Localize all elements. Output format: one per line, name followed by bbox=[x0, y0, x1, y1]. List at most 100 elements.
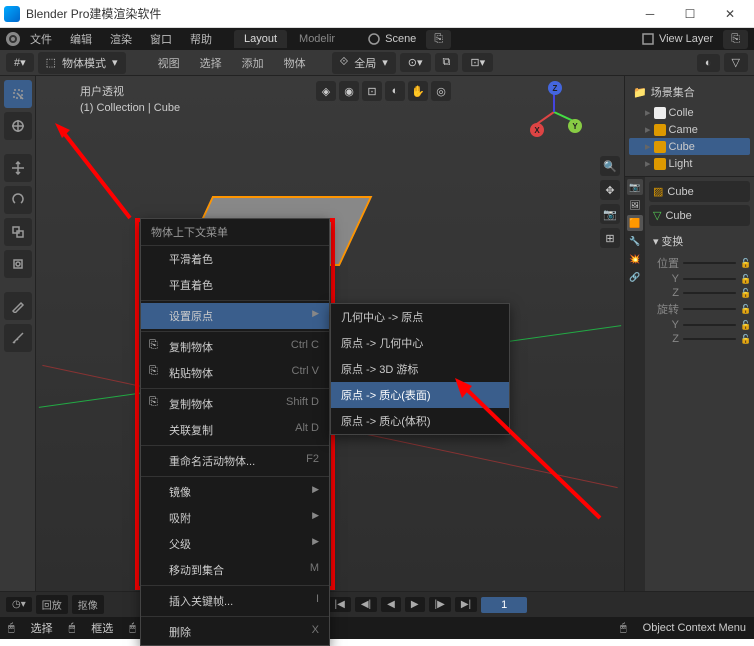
outliner-item-3[interactable]: ▸Light bbox=[629, 155, 750, 172]
rotation-x-input[interactable] bbox=[683, 308, 736, 310]
context-item-0[interactable]: 平滑着色 bbox=[141, 246, 329, 272]
jump-start-button[interactable]: |◀ bbox=[329, 597, 351, 612]
lock-icon[interactable]: 🔓 bbox=[740, 274, 750, 285]
menu-edit[interactable]: 编辑 bbox=[62, 28, 100, 50]
lock-icon[interactable]: 🔓 bbox=[740, 334, 750, 345]
workspace-tab-layout[interactable]: Layout bbox=[234, 30, 287, 48]
expand-icon[interactable]: ▸ bbox=[645, 106, 651, 119]
expand-icon[interactable]: ▸ bbox=[645, 140, 651, 153]
rotation-y-input[interactable] bbox=[683, 324, 736, 326]
context-item-9[interactable]: 关联复制Alt D bbox=[141, 417, 329, 443]
outliner-item-0[interactable]: ▸Colle bbox=[629, 104, 750, 121]
menu-window[interactable]: 窗口 bbox=[142, 28, 180, 50]
blender-logo-icon[interactable] bbox=[6, 32, 20, 46]
annotate-tool[interactable] bbox=[4, 292, 32, 320]
outliner-item-2[interactable]: ▸Cube bbox=[629, 138, 750, 155]
zoom-button[interactable]: 🔍 bbox=[600, 156, 620, 176]
context-item-14[interactable]: 吸附▶ bbox=[141, 505, 329, 531]
show-gizmo-button[interactable]: ◈ bbox=[316, 81, 336, 101]
shading-button[interactable]: ◐ bbox=[385, 81, 405, 101]
playback-menu[interactable]: 回放 bbox=[36, 595, 68, 614]
lock-icon[interactable]: 🔓 bbox=[740, 320, 750, 331]
expand-icon[interactable]: ▸ bbox=[645, 157, 651, 170]
transform-tool[interactable] bbox=[4, 250, 32, 278]
camera-view-button[interactable]: ◎ bbox=[431, 81, 451, 101]
location-z-input[interactable] bbox=[683, 292, 736, 294]
jump-end-button[interactable]: ▶| bbox=[455, 597, 477, 612]
overlay-button[interactable]: ◐ bbox=[697, 54, 720, 72]
context-item-18[interactable]: 插入关键帧...I bbox=[141, 588, 329, 614]
new-layer-button[interactable]: ⎘ bbox=[723, 30, 748, 49]
menu-file[interactable]: 文件 bbox=[22, 28, 60, 50]
submenu-item-2[interactable]: 原点 -> 3D 游标 bbox=[331, 356, 509, 382]
mode-selector[interactable]: ⬚ 物体模式 ▾ bbox=[38, 52, 126, 74]
prev-key-button[interactable]: ◀| bbox=[355, 597, 377, 612]
scale-tool[interactable] bbox=[4, 218, 32, 246]
prop-tab-output[interactable]: 🖼 bbox=[627, 197, 643, 213]
menu-render[interactable]: 渲染 bbox=[102, 28, 140, 50]
context-item-15[interactable]: 父级▶ bbox=[141, 531, 329, 557]
play-reverse-button[interactable]: ◀ bbox=[381, 597, 401, 612]
nav-gizmo[interactable]: X Y Z bbox=[524, 81, 584, 141]
outliner-item-1[interactable]: ▸Came bbox=[629, 121, 750, 138]
submenu-item-3[interactable]: 原点 -> 质心(表面) bbox=[331, 382, 509, 408]
pan-button[interactable]: ✥ bbox=[600, 180, 620, 200]
next-key-button[interactable]: |▶ bbox=[429, 597, 451, 612]
context-item-6[interactable]: ⎘粘贴物体Ctrl V bbox=[141, 360, 329, 386]
scene-selector[interactable]: Scene bbox=[359, 30, 424, 48]
outliner-header[interactable]: 📁 场景集合 bbox=[629, 80, 750, 104]
submenu-item-0[interactable]: 几何中心 -> 原点 bbox=[331, 304, 509, 330]
select-menu[interactable]: 选择 bbox=[192, 52, 230, 74]
lock-icon[interactable]: 🔓 bbox=[740, 288, 750, 299]
minimize-button[interactable]: ─ bbox=[630, 0, 670, 28]
xray-button[interactable]: ⊡ bbox=[362, 81, 382, 101]
new-scene-button[interactable]: ⎘ bbox=[426, 30, 451, 49]
context-item-5[interactable]: ⎘复制物体Ctrl C bbox=[141, 334, 329, 360]
gizmo-x-label[interactable]: X bbox=[530, 123, 544, 137]
context-item-3[interactable]: 设置原点▶ bbox=[141, 303, 329, 329]
measure-tool[interactable] bbox=[4, 324, 32, 352]
pivot-button[interactable]: ⊙▾ bbox=[400, 53, 431, 72]
gizmo-y-label[interactable]: Y bbox=[568, 119, 582, 133]
maximize-button[interactable]: ☐ bbox=[670, 0, 710, 28]
rotation-z-input[interactable] bbox=[683, 338, 736, 340]
snap-button[interactable]: ⧉ bbox=[435, 53, 459, 72]
context-item-1[interactable]: 平直着色 bbox=[141, 272, 329, 298]
submenu-item-4[interactable]: 原点 -> 质心(体积) bbox=[331, 408, 509, 434]
view-menu[interactable]: 视图 bbox=[150, 52, 188, 74]
timeline-editor-button[interactable]: ◷▾ bbox=[6, 597, 32, 612]
select-box-tool[interactable] bbox=[4, 80, 32, 108]
viewlayer-selector[interactable]: View Layer bbox=[633, 30, 721, 48]
submenu-item-1[interactable]: 原点 -> 几何中心 bbox=[331, 330, 509, 356]
close-button[interactable]: ✕ bbox=[710, 0, 750, 28]
prop-tab-modifier[interactable]: 🔧 bbox=[627, 233, 643, 249]
orientation-selector[interactable]: ⟐ 全局 ▾ bbox=[332, 52, 396, 74]
filter-button[interactable]: ▽ bbox=[724, 53, 748, 72]
menu-help[interactable]: 帮助 bbox=[182, 28, 220, 50]
move-tool[interactable] bbox=[4, 154, 32, 182]
workspace-tab-modeling[interactable]: Modelir bbox=[289, 30, 345, 48]
prop-tab-object[interactable]: 🟧 bbox=[627, 215, 643, 231]
context-item-11[interactable]: 重命名活动物体...F2 bbox=[141, 448, 329, 474]
snap-options-button[interactable]: ⊡▾ bbox=[462, 53, 493, 72]
keying-menu[interactable]: 抠像 bbox=[72, 595, 104, 614]
location-y-input[interactable] bbox=[683, 278, 736, 280]
object-menu[interactable]: 物体 bbox=[276, 52, 314, 74]
location-x-input[interactable] bbox=[683, 262, 736, 264]
cursor-tool[interactable] bbox=[4, 112, 32, 140]
prop-tab-physics[interactable]: 💥 bbox=[627, 251, 643, 267]
gizmo-z-label[interactable]: Z bbox=[548, 81, 562, 95]
grid-button[interactable]: ⊞ bbox=[600, 228, 620, 248]
prop-tab-render[interactable]: 📷 bbox=[627, 179, 643, 195]
overlay-toggle-button[interactable]: ◉ bbox=[339, 81, 359, 101]
add-menu[interactable]: 添加 bbox=[234, 52, 272, 74]
editor-type-button[interactable]: #▾ bbox=[6, 53, 34, 72]
object-name-field[interactable]: ▨ Cube bbox=[649, 181, 750, 202]
context-item-8[interactable]: ⎘复制物体Shift D bbox=[141, 391, 329, 417]
prop-tab-constraint[interactable]: 🔗 bbox=[627, 269, 643, 285]
play-button[interactable]: ▶ bbox=[405, 597, 425, 612]
context-item-20[interactable]: 删除X bbox=[141, 619, 329, 645]
context-item-16[interactable]: 移动到集合M bbox=[141, 557, 329, 583]
context-item-13[interactable]: 镜像▶ bbox=[141, 479, 329, 505]
camera-icon-button[interactable]: 📷 bbox=[600, 204, 620, 224]
